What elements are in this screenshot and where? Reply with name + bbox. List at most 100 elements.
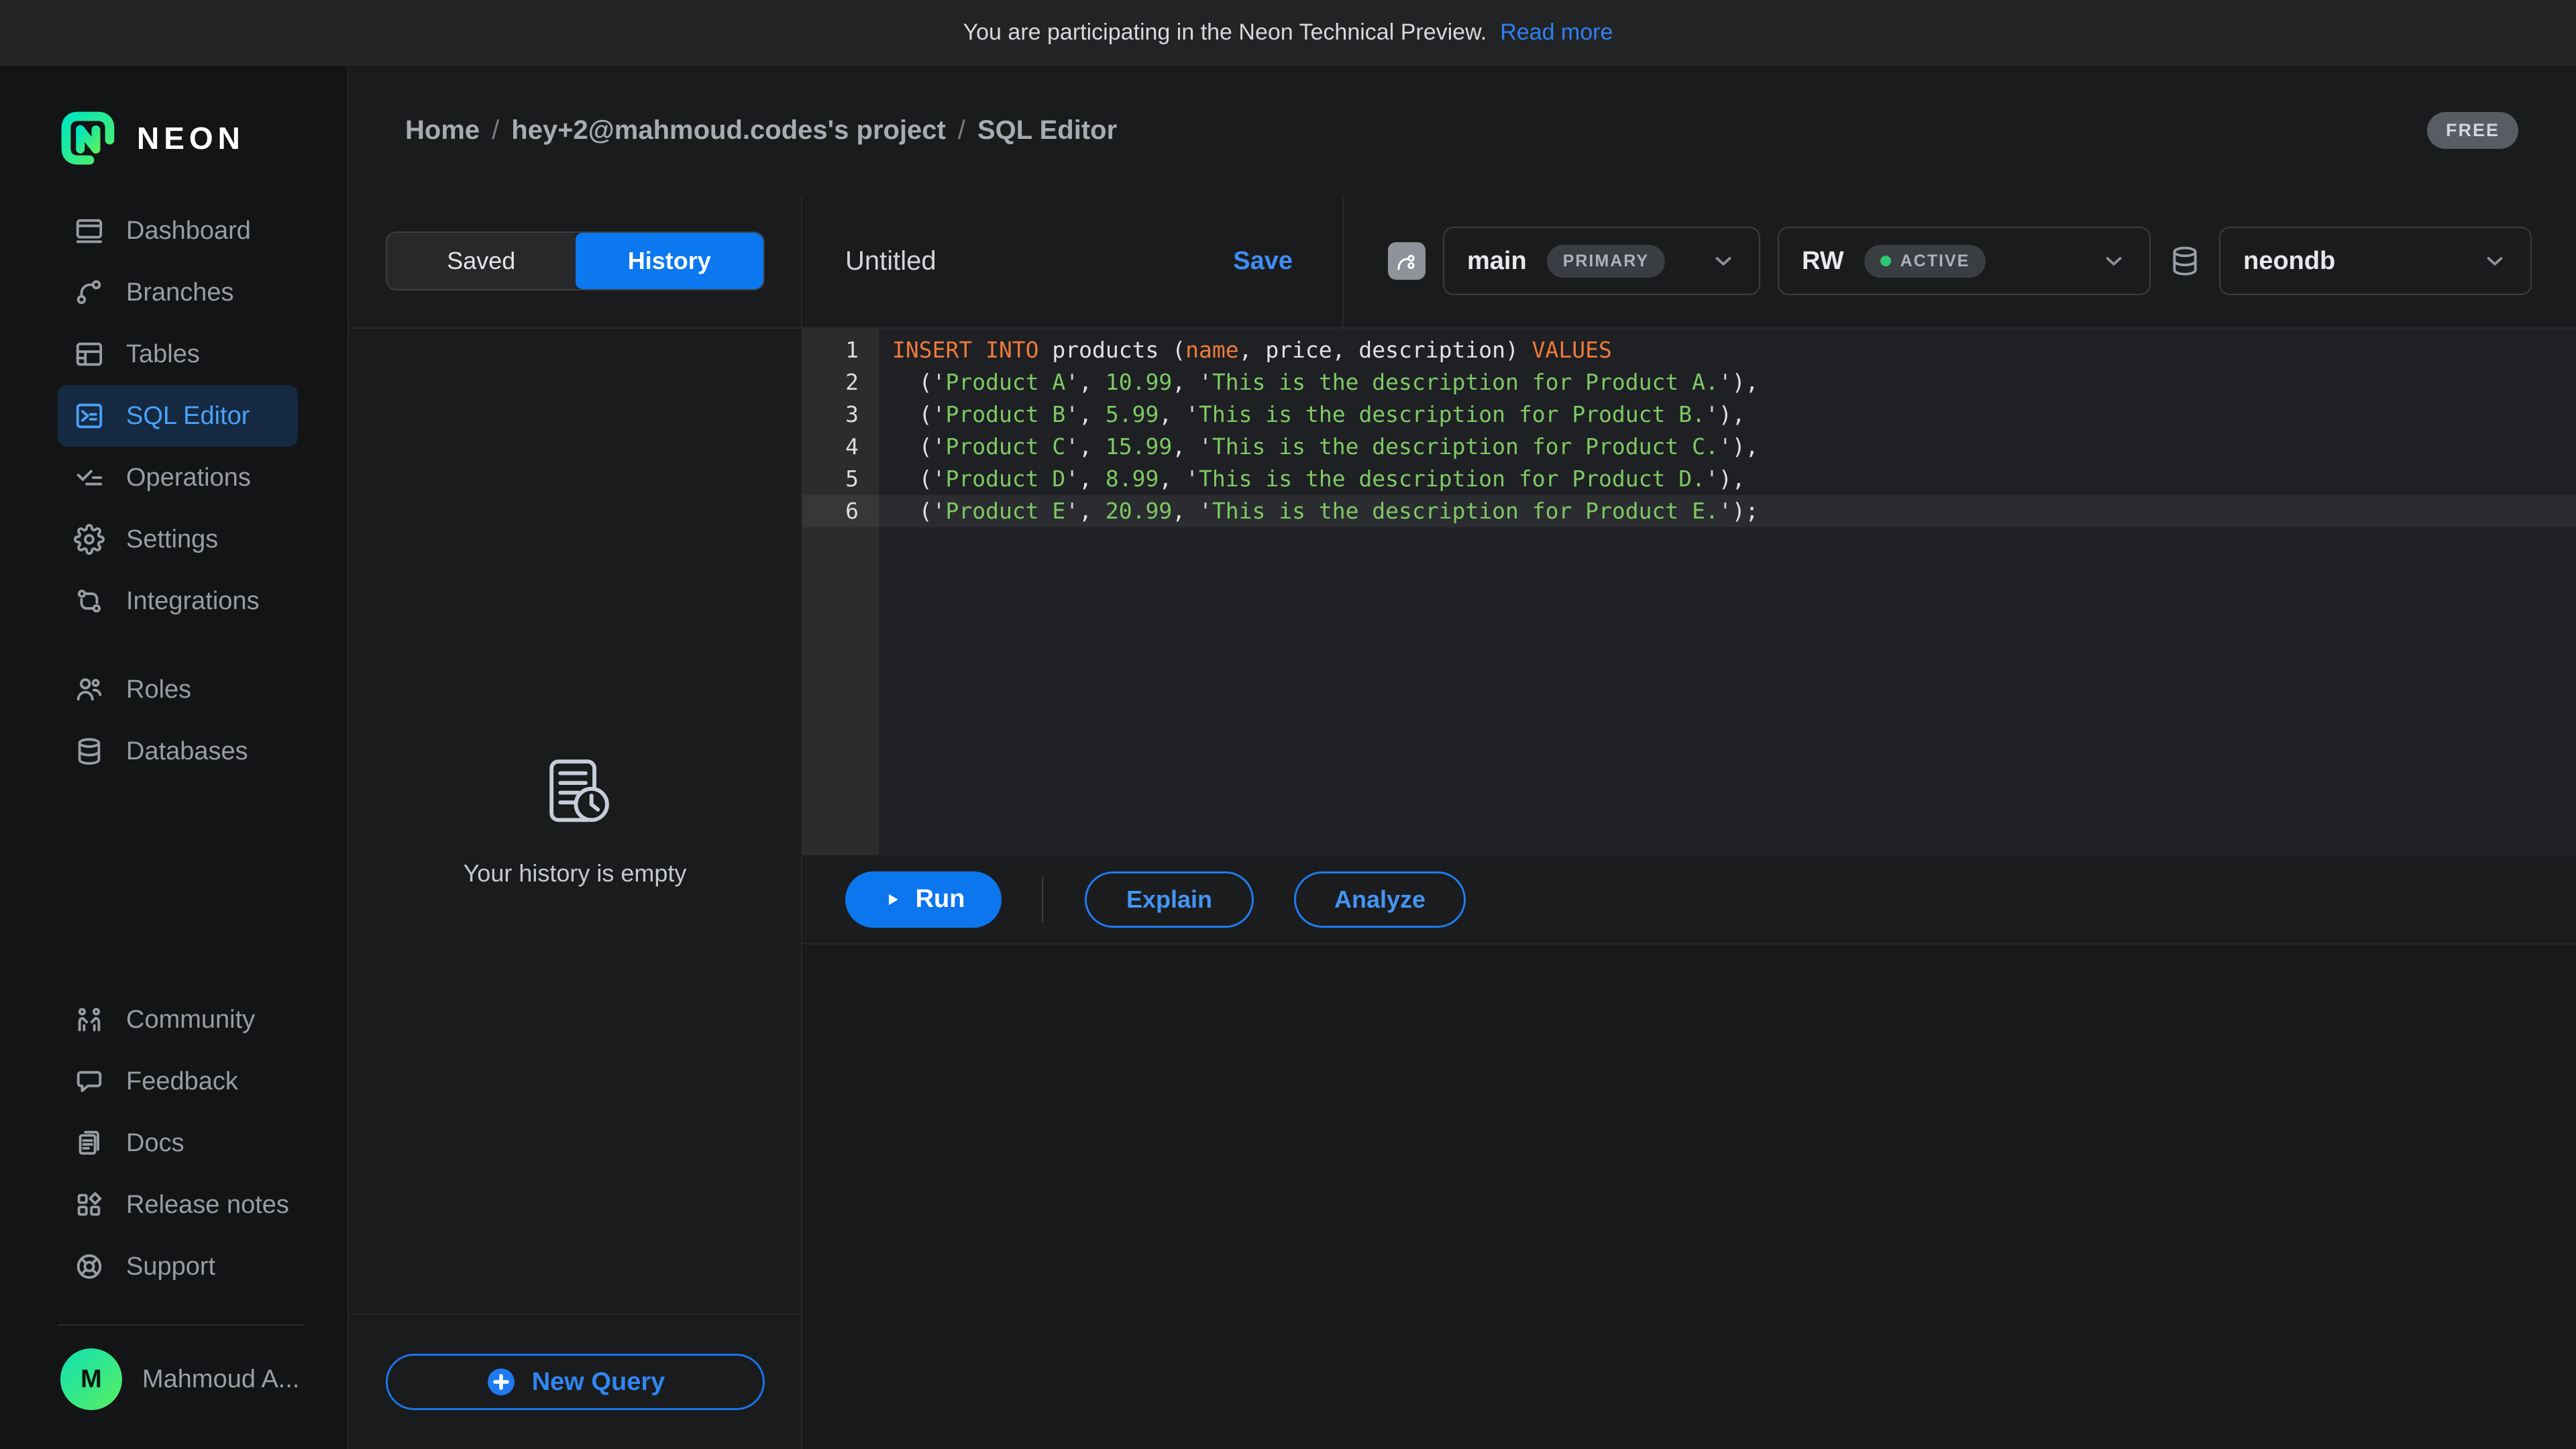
line-number: 6 — [802, 495, 879, 527]
sidebar-item-operations[interactable]: Operations — [58, 447, 298, 508]
code-line-5[interactable]: 5 ('Product D', 8.99, 'This is the descr… — [802, 463, 2576, 495]
database-name: neondb — [2243, 247, 2335, 276]
breadcrumb: Home/hey+2@mahmoud.codes's project/SQL E… — [405, 115, 2427, 146]
sidebar-item-integrations[interactable]: Integrations — [58, 570, 298, 632]
token-q: ' — [1719, 369, 1732, 395]
sidebar-item-label: Feedback — [126, 1067, 238, 1096]
token-pl: ), — [1732, 369, 1759, 395]
breadcrumb-segment[interactable]: SQL Editor — [977, 115, 1117, 146]
breadcrumb-segment[interactable]: Home — [405, 115, 480, 146]
token-q: ' — [1719, 498, 1732, 524]
token-pl: , — [1159, 466, 1185, 492]
token-q: ' — [1065, 369, 1079, 395]
token-q: ' — [932, 433, 946, 460]
logo-wordmark: NEON — [137, 120, 245, 156]
token-pl: ( — [892, 433, 932, 460]
active-badge: ACTIVE — [1864, 245, 1986, 278]
code-text: ('Product C', 15.99, 'This is the descri… — [879, 431, 1759, 463]
token-num: 10.99 — [1106, 369, 1172, 395]
history-body: Your history is empty — [349, 329, 801, 1313]
content: SavedHistory — [349, 195, 2576, 1449]
code-text: INSERT INTO products (name, price, descr… — [879, 334, 1612, 366]
plan-badge: FREE — [2427, 112, 2518, 149]
sidebar-item-release-notes[interactable]: Release notes — [58, 1174, 298, 1236]
explain-button[interactable]: Explain — [1085, 871, 1254, 928]
sidebar-item-community[interactable]: Community — [58, 989, 298, 1051]
chevron-down-icon — [1711, 248, 1736, 274]
analyze-button[interactable]: Analyze — [1294, 871, 1466, 928]
sidebar-item-label: Release notes — [126, 1191, 289, 1220]
sidebar-item-label: Operations — [126, 464, 251, 492]
user-menu[interactable]: M Mahmoud A... — [60, 1348, 347, 1410]
token-q: ' — [1705, 401, 1719, 427]
breadcrumb-separator: / — [958, 115, 965, 146]
breadcrumb-segment[interactable]: hey+2@mahmoud.codes's project — [511, 115, 946, 146]
dashboard-icon — [74, 215, 105, 246]
neon-logo[interactable]: NEON — [58, 107, 347, 169]
code-line-1[interactable]: 1INSERT INTO products (name, price, desc… — [802, 334, 2576, 366]
code-text: ('Product E', 20.99, 'This is the descri… — [879, 495, 1759, 527]
sidebar-nav-main: Dashboard Branches Tables SQL Editor Operati… — [0, 200, 347, 632]
token-num: 8.99 — [1106, 466, 1159, 492]
database-selector[interactable]: neondb — [2219, 227, 2532, 295]
sidebar-item-feedback[interactable]: Feedback — [58, 1051, 298, 1112]
tab-saved[interactable]: Saved — [387, 233, 576, 289]
compute-selector[interactable]: RW ACTIVE — [1778, 227, 2151, 295]
history-empty-icon — [532, 755, 618, 837]
sidebar: NEON Dashboard Branches Tables SQL Editor Op… — [0, 66, 349, 1449]
token-pl: , — [1159, 401, 1185, 427]
read-more-link[interactable]: Read more — [1500, 19, 1613, 46]
code-line-2[interactable]: 2 ('Product A', 10.99, 'This is the desc… — [802, 366, 2576, 398]
code-line-6[interactable]: 6 ('Product E', 20.99, 'This is the desc… — [802, 495, 2576, 527]
sidebar-item-label: Dashboard — [126, 217, 251, 246]
run-label: Run — [916, 885, 965, 914]
code-line-4[interactable]: 4 ('Product C', 15.99, 'This is the desc… — [802, 431, 2576, 463]
token-pl: ( — [892, 369, 932, 395]
checklist-icon — [74, 462, 105, 493]
branch-selector[interactable]: main PRIMARY — [1443, 227, 1760, 295]
connection-bar: main PRIMARY RW ACTIVE — [1344, 195, 2576, 327]
code-line-3[interactable]: 3 ('Product B', 5.99, 'This is the descr… — [802, 398, 2576, 431]
token-pl: , — [1079, 401, 1106, 427]
sidebar-item-support[interactable]: Support — [58, 1236, 298, 1297]
token-str: This is the description for Product B. — [1199, 401, 1705, 427]
run-button[interactable]: Run — [845, 871, 1002, 928]
integrations-icon — [74, 586, 105, 616]
editor-actions: Run Explain Analyze — [802, 855, 2576, 945]
code-text: ('Product B', 5.99, 'This is the descrip… — [879, 398, 1746, 431]
token-pl: ), — [1719, 401, 1746, 427]
sidebar-item-docs[interactable]: Docs — [58, 1112, 298, 1174]
sidebar-item-label: Branches — [126, 278, 234, 307]
status-dot — [1880, 256, 1891, 266]
token-num: 5.99 — [1106, 401, 1159, 427]
users-icon — [74, 674, 105, 705]
sidebar-item-label: Tables — [126, 340, 200, 369]
query-title[interactable]: Untitled — [845, 246, 936, 276]
history-toolbar: SavedHistory — [349, 195, 801, 329]
code-text: ('Product D', 8.99, 'This is the descrip… — [879, 463, 1746, 495]
sidebar-item-label: Docs — [126, 1129, 184, 1158]
token-q: ' — [1185, 401, 1199, 427]
sidebar-item-sql-editor[interactable]: SQL Editor — [58, 385, 298, 447]
sidebar-item-dashboard[interactable]: Dashboard — [58, 200, 298, 262]
sql-code-editor[interactable]: 1INSERT INTO products (name, price, desc… — [802, 329, 2576, 855]
token-pl: , — [1172, 369, 1199, 395]
history-pane: SavedHistory — [349, 195, 802, 1449]
save-button[interactable]: Save — [1233, 247, 1293, 276]
line-number: 5 — [802, 463, 879, 495]
sidebar-item-settings[interactable]: Settings — [58, 508, 298, 570]
docs-icon — [74, 1128, 105, 1159]
chat-bubble-icon — [74, 1066, 105, 1097]
tab-history[interactable]: History — [576, 233, 764, 289]
sidebar-item-branches[interactable]: Branches — [58, 262, 298, 323]
token-kw: name — [1185, 337, 1238, 363]
token-str: This is the description for Product C. — [1212, 433, 1719, 460]
sidebar-item-roles[interactable]: Roles — [58, 659, 298, 720]
token-str: Product B — [945, 401, 1065, 427]
branch-icon-button[interactable] — [1388, 242, 1426, 280]
new-query-button[interactable]: New Query — [386, 1354, 765, 1410]
sidebar-item-databases[interactable]: Databases — [58, 720, 298, 782]
community-icon — [74, 1004, 105, 1035]
sidebar-item-tables[interactable]: Tables — [58, 323, 298, 385]
token-q: ' — [1065, 498, 1079, 524]
